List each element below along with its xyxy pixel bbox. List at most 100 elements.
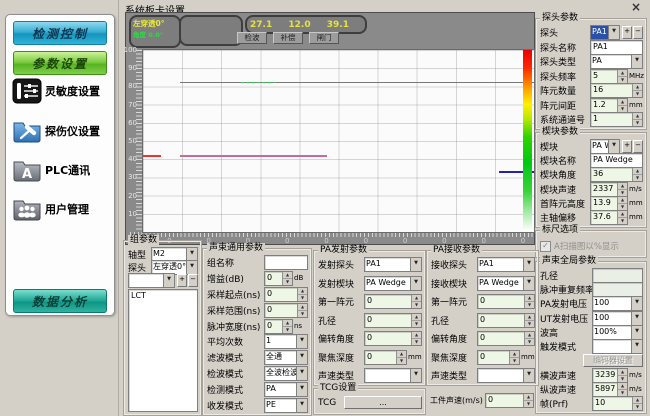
element-pitch[interactable]: 1.2▲▼ [590, 98, 628, 113]
spin-up-icon[interactable]: ▲ [412, 332, 421, 339]
first-element-height[interactable]: 13.9▲▼ [590, 196, 628, 211]
trigger-mode[interactable]: ▼ [592, 339, 643, 354]
filter-mode[interactable]: 全通▼ [264, 350, 308, 365]
probe-type[interactable]: PA▼ [590, 54, 643, 69]
spin-down-icon[interactable]: ▼ [618, 218, 627, 224]
txrx-mode[interactable]: PE▼ [264, 398, 308, 413]
dropdown-arrow-icon[interactable]: ▼ [296, 335, 307, 348]
rx-focus-depth[interactable]: 0▲▼ [477, 350, 520, 365]
dropdown-arrow-icon[interactable]: ▼ [608, 140, 619, 153]
tx-steer-angle[interactable]: 0▲▼ [364, 331, 422, 346]
spin-down-icon[interactable]: ▼ [298, 311, 307, 317]
add-button[interactable]: + [622, 140, 632, 153]
dropdown-arrow-icon[interactable]: ▼ [523, 258, 534, 271]
spin-down-icon[interactable]: ▼ [412, 321, 421, 327]
element-count[interactable]: 16▲▼ [590, 83, 643, 98]
spin-down-icon[interactable]: ▼ [618, 190, 627, 196]
spin-up-icon[interactable]: ▲ [618, 70, 627, 77]
rx-aperture[interactable]: 0▲▼ [477, 313, 535, 328]
workpiece-velocity[interactable]: 0▲▼ [485, 393, 534, 408]
spin-down-icon[interactable]: ▼ [525, 339, 534, 345]
dropdown-arrow-icon[interactable]: ▼ [410, 369, 421, 382]
spin-down-icon[interactable]: ▼ [298, 295, 307, 301]
gate-line-magenta[interactable] [180, 155, 327, 157]
average-count[interactable]: 1▼ [264, 334, 308, 349]
pa-tx-voltage[interactable]: 100▼ [592, 296, 643, 311]
spin-down-icon[interactable]: ▼ [633, 91, 642, 97]
sidebar-item-flaw-detector-settings[interactable]: 探伤仪设置 [12, 115, 110, 147]
wedge-name[interactable]: PA Wedge [590, 153, 643, 168]
longitudinal-velocity[interactable]: 5897▲▼ [592, 382, 628, 397]
spin-down-icon[interactable]: ▼ [525, 302, 534, 308]
spin-down-icon[interactable]: ▼ [510, 358, 519, 364]
tx-velocity-type[interactable]: ▼ [364, 368, 422, 383]
spin-up-icon[interactable]: ▲ [618, 197, 627, 204]
spin-up-icon[interactable]: ▲ [633, 113, 642, 120]
rx-steer-angle[interactable]: 0▲▼ [477, 331, 535, 346]
list-item[interactable]: LCT [129, 290, 197, 301]
probe-select[interactable]: PA1▼ [590, 25, 620, 40]
spin-up-icon[interactable]: ▲ [525, 295, 534, 302]
spin-up-icon[interactable]: ▲ [618, 383, 627, 390]
pulse-width[interactable]: 0▲▼ [264, 319, 293, 334]
gain[interactable]: 0▲▼ [264, 271, 293, 286]
dropdown-arrow-icon[interactable]: ▼ [631, 326, 642, 339]
spin-down-icon[interactable]: ▼ [633, 404, 642, 410]
spin-up-icon[interactable]: ▲ [525, 314, 534, 321]
rx-probe[interactable]: PA1▼ [477, 257, 535, 272]
spin-up-icon[interactable]: ▲ [298, 304, 307, 311]
tx-first-element[interactable]: 0▲▼ [364, 294, 422, 309]
spin-down-icon[interactable]: ▼ [618, 376, 627, 382]
wedge-velocity[interactable]: 2337▲▼ [590, 182, 628, 197]
dropdown-arrow-icon[interactable]: ▼ [523, 369, 534, 382]
probe-frequency[interactable]: 5▲▼ [590, 69, 628, 84]
dropdown-arrow-icon[interactable]: ▼ [631, 312, 642, 325]
dropdown-arrow-icon[interactable]: ▼ [608, 26, 619, 39]
blank-display-button[interactable] [179, 15, 243, 46]
spin-up-icon[interactable]: ▲ [618, 211, 627, 218]
dropdown-arrow-icon[interactable]: ▼ [631, 55, 642, 68]
remove-button[interactable]: − [188, 274, 198, 287]
detect-mode[interactable]: PA▼ [264, 382, 308, 397]
sidebar-button-data-analysis[interactable]: 数据分析 [13, 289, 107, 313]
sample-start[interactable]: 0▲▼ [264, 287, 308, 302]
remove-button[interactable]: − [633, 26, 643, 39]
rx-first-element[interactable]: 0▲▼ [477, 294, 535, 309]
spin-down-icon[interactable]: ▼ [412, 302, 421, 308]
add-button[interactable]: + [622, 26, 632, 39]
spin-down-icon[interactable]: ▼ [524, 401, 533, 407]
probe-name[interactable]: PA1 [590, 40, 643, 55]
spin-up-icon[interactable]: ▲ [298, 288, 307, 295]
ut-tx-voltage[interactable]: 100▼ [592, 311, 643, 326]
spin-down-icon[interactable]: ▼ [397, 358, 406, 364]
spin-up-icon[interactable]: ▲ [633, 397, 642, 404]
spin-up-icon[interactable]: ▲ [525, 332, 534, 339]
rx-wedge[interactable]: PA Wedge▼ [477, 276, 535, 291]
sample-range[interactable]: 0▲▼ [264, 303, 308, 318]
spin-up-icon[interactable]: ▲ [618, 183, 627, 190]
close-icon[interactable]: × [631, 0, 641, 14]
dropdown-arrow-icon[interactable]: ▼ [410, 258, 421, 271]
sidebar-item-plc-comm[interactable]: A PLC通讯 [12, 154, 110, 186]
dropdown-arrow-icon[interactable]: ▼ [186, 261, 197, 274]
group-list[interactable]: LCT [128, 289, 198, 412]
sidebar-button-detect-control[interactable]: 检测控制 [13, 21, 107, 45]
prf-frames[interactable]: 10▲▼ [592, 396, 643, 411]
spin-down-icon[interactable]: ▼ [618, 390, 627, 396]
gate-line-green[interactable] [241, 82, 276, 83]
dropdown-arrow-icon[interactable]: ▼ [631, 297, 642, 310]
marker-red[interactable] [143, 155, 161, 157]
rectify-button[interactable]: 检波 [237, 32, 267, 44]
tcg-button[interactable]: ... [344, 396, 422, 409]
gate-line-gray[interactable] [180, 82, 534, 83]
tx-focus-depth[interactable]: 0▲▼ [364, 350, 407, 365]
dropdown-arrow-icon[interactable]: ▼ [296, 367, 307, 380]
spin-down-icon[interactable]: ▼ [283, 327, 292, 333]
tx-probe[interactable]: PA1▼ [364, 257, 422, 272]
rectify-mode[interactable]: 全波检波▼ [264, 366, 308, 381]
spin-down-icon[interactable]: ▼ [412, 339, 421, 345]
spin-down-icon[interactable]: ▼ [618, 204, 627, 210]
spin-up-icon[interactable]: ▲ [633, 84, 642, 91]
dropdown-arrow-icon[interactable]: ▼ [296, 383, 307, 396]
dropdown-arrow-icon[interactable]: ▼ [163, 274, 174, 287]
